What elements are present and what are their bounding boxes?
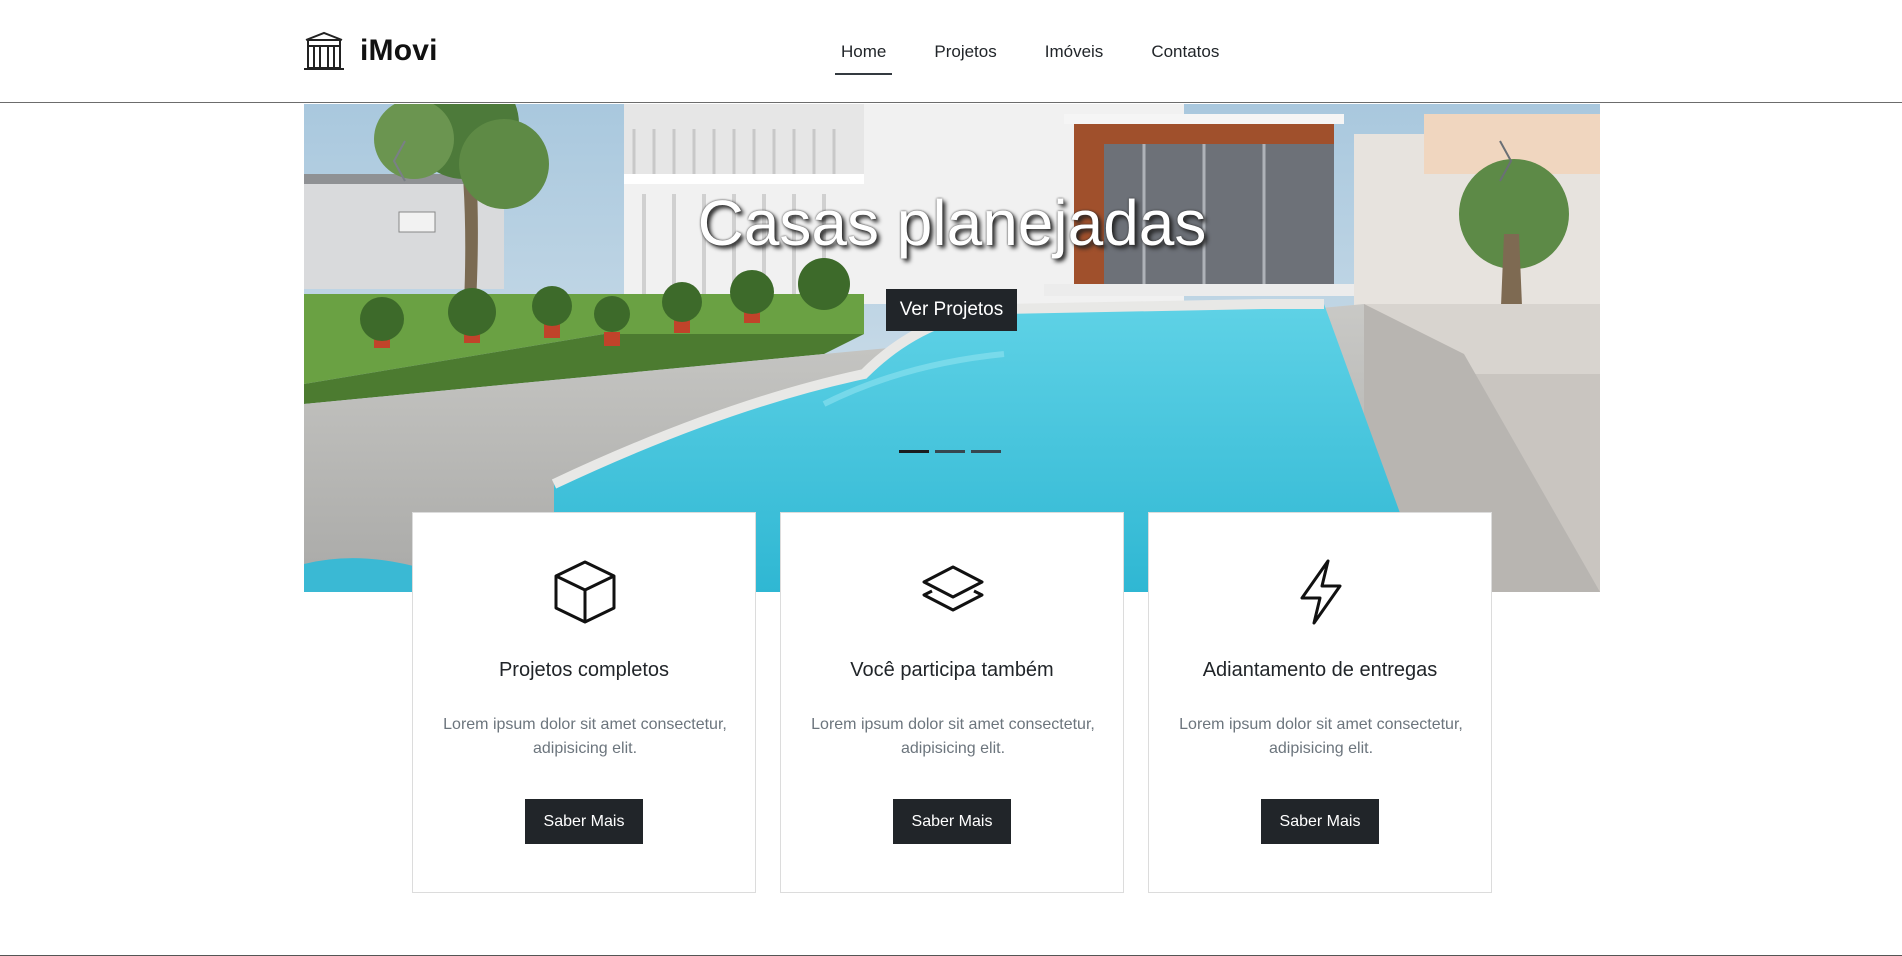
ver-projetos-button[interactable]: Ver Projetos bbox=[886, 289, 1017, 331]
card-text: Lorem ipsum dolor sit amet consectetur, … bbox=[1179, 716, 1463, 757]
hero-title: Casas planejadas bbox=[697, 187, 1207, 259]
building-icon bbox=[304, 31, 344, 70]
card-text: Lorem ipsum dolor sit amet consectetur, … bbox=[443, 716, 727, 757]
chevron-left-icon bbox=[392, 140, 406, 182]
brand[interactable]: iMovi bbox=[303, 31, 438, 71]
brand-name: iMovi bbox=[360, 34, 438, 67]
saber-mais-button[interactable]: Saber Mais bbox=[1261, 799, 1379, 844]
layers-icon bbox=[919, 558, 987, 626]
nav-item-home[interactable]: Home bbox=[831, 34, 896, 75]
saber-mais-button[interactable]: Saber Mais bbox=[893, 799, 1011, 844]
carousel-indicator[interactable] bbox=[971, 450, 1001, 453]
chevron-right-icon bbox=[1499, 140, 1513, 182]
nav-item-contatos[interactable]: Contatos bbox=[1141, 34, 1229, 75]
nav-item-imoveis[interactable]: Imóveis bbox=[1035, 34, 1114, 75]
main-nav: Home Projetos Imóveis Contatos bbox=[831, 34, 1257, 75]
feature-card: Adiantamento de entregas Lorem ipsum dol… bbox=[1148, 512, 1492, 893]
carousel-indicator[interactable] bbox=[935, 450, 965, 453]
lightning-icon bbox=[1287, 558, 1355, 626]
site-header: iMovi Home Projetos Imóveis Contatos bbox=[0, 0, 1902, 103]
box-icon bbox=[551, 558, 619, 626]
feature-card: Projetos completos Lorem ipsum dolor sit… bbox=[412, 512, 756, 893]
card-title: Adiantamento de entregas bbox=[1202, 659, 1438, 681]
nav-item-projetos[interactable]: Projetos bbox=[924, 34, 1006, 75]
card-title: Você participa também bbox=[850, 659, 1054, 681]
carousel-next-button[interactable] bbox=[1491, 136, 1521, 186]
carousel-indicator[interactable] bbox=[899, 450, 929, 453]
card-text: Lorem ipsum dolor sit amet consectetur, … bbox=[811, 716, 1095, 757]
carousel-indicators bbox=[899, 450, 1007, 453]
feature-cards: Projetos completos Lorem ipsum dolor sit… bbox=[412, 512, 1492, 893]
carousel-prev-button[interactable] bbox=[384, 136, 414, 186]
saber-mais-button[interactable]: Saber Mais bbox=[525, 799, 643, 844]
feature-card: Você participa também Lorem ipsum dolor … bbox=[780, 512, 1124, 893]
card-title: Projetos completos bbox=[498, 659, 670, 681]
